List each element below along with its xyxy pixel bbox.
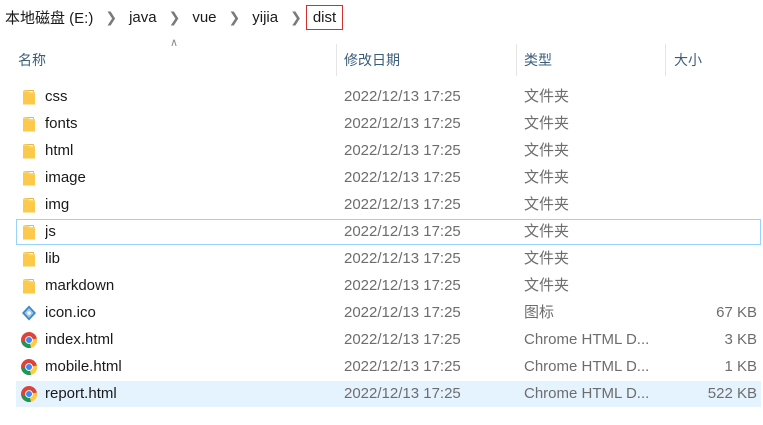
breadcrumb-drive[interactable]: 本地磁盘 (E:) xyxy=(3,7,95,28)
image-file-icon xyxy=(20,304,38,322)
file-row[interactable]: js 2022/12/13 17:25 文件夹 xyxy=(16,219,761,245)
file-modified-date: 2022/12/13 17:25 xyxy=(344,142,461,159)
file-name: lib xyxy=(45,250,61,267)
file-size xyxy=(667,85,757,109)
file-row[interactable]: report.html 2022/12/13 17:25 Chrome HTML D… xyxy=(16,381,761,407)
file-row[interactable]: icon.ico 2022/12/13 17:25 图标 67 KB xyxy=(16,300,761,326)
file-type: 文件夹 xyxy=(524,115,570,132)
file-size xyxy=(667,139,757,163)
file-row[interactable]: html 2022/12/13 17:25 文件夹 xyxy=(16,138,761,164)
column-divider[interactable] xyxy=(665,44,666,76)
chevron-right-icon[interactable]: ❯ xyxy=(159,9,191,26)
file-row[interactable]: img 2022/12/13 17:25 文件夹 xyxy=(16,192,761,218)
file-row[interactable]: mobile.html 2022/12/13 17:25 Chrome HTML D… xyxy=(16,354,761,380)
column-header-date[interactable]: 修改日期 xyxy=(344,44,400,76)
file-name: mobile.html xyxy=(45,358,122,375)
column-header-type[interactable]: 类型 xyxy=(524,44,552,76)
file-row[interactable]: index.html 2022/12/13 17:25 Chrome HTML D.… xyxy=(16,327,761,353)
file-size xyxy=(667,247,757,271)
breadcrumb-dist[interactable]: dist xyxy=(305,4,344,30)
folder-icon xyxy=(20,142,38,160)
file-name: img xyxy=(45,196,70,213)
file-name: css xyxy=(45,88,68,105)
file-modified-date: 2022/12/13 17:25 xyxy=(344,277,461,294)
file-name: index.html xyxy=(45,331,114,348)
file-type: 图标 xyxy=(524,304,555,321)
column-divider[interactable] xyxy=(336,44,337,76)
file-size xyxy=(667,220,757,244)
chrome-icon xyxy=(20,331,38,349)
file-size: 67 KB xyxy=(716,304,757,321)
file-row[interactable]: css 2022/12/13 17:25 文件夹 xyxy=(16,84,761,110)
file-type: 文件夹 xyxy=(524,196,570,213)
file-type: 文件夹 xyxy=(524,169,570,186)
file-type: Chrome HTML D... xyxy=(524,385,650,402)
file-modified-date: 2022/12/13 17:25 xyxy=(344,250,461,267)
file-modified-date: 2022/12/13 17:25 xyxy=(344,196,461,213)
file-size xyxy=(667,193,757,217)
file-name: report.html xyxy=(45,385,117,402)
file-modified-date: 2022/12/13 17:25 xyxy=(344,88,461,105)
breadcrumb: 本地磁盘 (E:) ❯ java ❯ vue ❯ yijia ❯ dist xyxy=(0,0,344,34)
folder-icon xyxy=(20,88,38,106)
file-name: html xyxy=(45,142,74,159)
file-modified-date: 2022/12/13 17:25 xyxy=(344,358,461,375)
file-name: markdown xyxy=(45,277,115,294)
breadcrumb-vue[interactable]: vue xyxy=(190,9,218,26)
file-modified-date: 2022/12/13 17:25 xyxy=(344,115,461,132)
chrome-icon xyxy=(20,385,38,403)
chevron-right-icon[interactable]: ❯ xyxy=(219,9,251,26)
file-type: Chrome HTML D... xyxy=(524,331,650,348)
folder-icon xyxy=(20,196,38,214)
breadcrumb-yijia[interactable]: yijia xyxy=(250,9,280,26)
file-modified-date: 2022/12/13 17:25 xyxy=(344,223,461,240)
folder-icon xyxy=(20,223,38,241)
file-type: 文件夹 xyxy=(524,277,570,294)
column-header-size[interactable]: 大小 xyxy=(674,44,702,76)
folder-icon xyxy=(20,277,38,295)
column-divider[interactable] xyxy=(516,44,517,76)
file-row[interactable]: fonts 2022/12/13 17:25 文件夹 xyxy=(16,111,761,137)
file-size xyxy=(667,274,757,298)
file-name: image xyxy=(45,169,86,186)
column-header-row: ∧ 名称 修改日期 类型 大小 xyxy=(0,37,763,76)
file-name: fonts xyxy=(45,115,78,132)
column-header-name[interactable]: 名称 xyxy=(18,44,46,76)
folder-icon xyxy=(20,115,38,133)
file-modified-date: 2022/12/13 17:25 xyxy=(344,169,461,186)
file-size: 1 KB xyxy=(724,358,757,375)
file-type: 文件夹 xyxy=(524,223,570,240)
file-name: icon.ico xyxy=(45,304,96,321)
file-modified-date: 2022/12/13 17:25 xyxy=(344,304,461,321)
file-row[interactable]: lib 2022/12/13 17:25 文件夹 xyxy=(16,246,761,272)
file-size: 522 KB xyxy=(707,385,757,402)
file-type: 文件夹 xyxy=(524,250,570,267)
file-name: js xyxy=(45,223,56,240)
file-type: 文件夹 xyxy=(524,142,570,159)
file-type: 文件夹 xyxy=(524,88,570,105)
folder-icon xyxy=(20,169,38,187)
sort-ascending-icon: ∧ xyxy=(170,37,179,49)
file-size: 3 KB xyxy=(724,331,757,348)
file-row[interactable]: markdown 2022/12/13 17:25 文件夹 xyxy=(16,273,761,299)
chevron-right-icon[interactable]: ❯ xyxy=(95,9,127,26)
breadcrumb-java[interactable]: java xyxy=(127,9,159,26)
folder-icon xyxy=(20,250,38,268)
file-type: Chrome HTML D... xyxy=(524,358,650,375)
chrome-icon xyxy=(20,358,38,376)
file-row[interactable]: image 2022/12/13 17:25 文件夹 xyxy=(16,165,761,191)
file-modified-date: 2022/12/13 17:25 xyxy=(344,385,461,402)
file-size xyxy=(667,166,757,190)
file-modified-date: 2022/12/13 17:25 xyxy=(344,331,461,348)
file-size xyxy=(667,112,757,136)
